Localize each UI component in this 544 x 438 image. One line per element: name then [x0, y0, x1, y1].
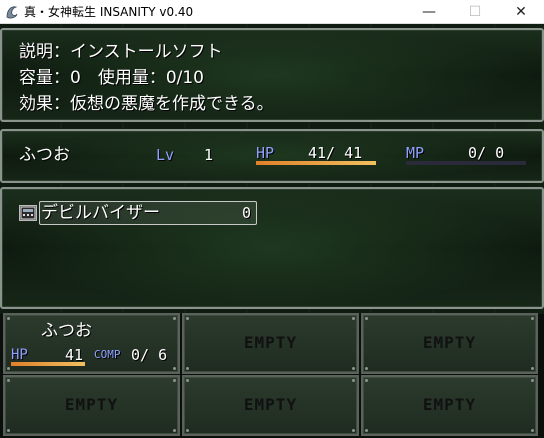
window-title: 真・女神転生 INSANITY v0.40 — [24, 5, 194, 19]
party-slot-1[interactable]: ふつお HP 41 COMP 0/ 6 — [3, 313, 180, 374]
status-window: ふつお Lv 1 HP 41/ 41 MP 0/ 0 — [0, 129, 544, 183]
window-titlebar: 真・女神転生 INSANITY v0.40 — ☐ ✕ — [0, 0, 544, 24]
rivet — [531, 317, 534, 320]
app-icon — [6, 6, 18, 19]
rivet — [531, 429, 534, 432]
mp-label: MP — [406, 144, 425, 162]
rivet — [365, 379, 368, 382]
item-list-window: デビルバイザー 0 — [0, 187, 544, 309]
party-member-name: ふつお — [41, 321, 92, 341]
empty-label: EMPTY — [422, 333, 477, 352]
rivet — [352, 429, 355, 432]
help-line-1: 説明：インストールソフト — [19, 42, 223, 62]
close-button[interactable]: ✕ — [498, 0, 544, 24]
rivet — [365, 429, 368, 432]
party-slot-5[interactable]: EMPTY — [182, 375, 359, 436]
comp-label: COMP — [94, 348, 121, 361]
rivet — [352, 317, 355, 320]
rivet — [7, 367, 10, 370]
party-slot-6[interactable]: EMPTY — [361, 375, 538, 436]
party-slot-2[interactable]: EMPTY — [182, 313, 359, 374]
rivet — [365, 367, 368, 370]
actor-name: ふつお — [19, 145, 70, 165]
rivet — [7, 429, 10, 432]
empty-label: EMPTY — [64, 395, 119, 414]
rivet — [186, 367, 189, 370]
item-name: デビルバイザー — [41, 203, 160, 223]
party-hp-value: 41 — [65, 346, 84, 364]
empty-label: EMPTY — [243, 395, 298, 414]
help-window: 説明：インストールソフト 容量：0 使用量：0/10 効果：仮想の悪魔を作成でき… — [0, 28, 544, 122]
rivet — [531, 379, 534, 382]
mp-value: 0/ 0 — [468, 144, 505, 162]
level-label: Lv — [156, 146, 175, 164]
rivet — [173, 379, 176, 382]
level-value: 1 — [204, 146, 214, 164]
help-line-3: 効果：仮想の悪魔を作成できる。 — [19, 94, 274, 114]
party-hp-label: HP — [11, 347, 28, 363]
rivet — [7, 379, 10, 382]
rivet — [352, 379, 355, 382]
rivet — [173, 429, 176, 432]
rivet — [173, 367, 176, 370]
rivet — [186, 317, 189, 320]
rivet — [352, 367, 355, 370]
empty-label: EMPTY — [243, 333, 298, 352]
party-slot-4[interactable]: EMPTY — [3, 375, 180, 436]
rivet — [531, 367, 534, 370]
hp-label: HP — [256, 144, 275, 162]
rivet — [186, 429, 189, 432]
rivet — [173, 317, 176, 320]
rivet — [365, 317, 368, 320]
hp-value: 41/ 41 — [308, 144, 363, 162]
help-line-2: 容量：0 使用量：0/10 — [19, 68, 204, 88]
comp-icon — [19, 205, 37, 221]
minimize-button[interactable]: — — [406, 0, 452, 24]
party-slot-3[interactable]: EMPTY — [361, 313, 538, 374]
rivet — [7, 317, 10, 320]
comp-value: 0/ 6 — [131, 346, 168, 364]
rivet — [186, 379, 189, 382]
game-screen: 説明：インストールソフト 容量：0 使用量：0/10 効果：仮想の悪魔を作成でき… — [0, 24, 544, 438]
maximize-button[interactable]: ☐ — [452, 0, 498, 24]
item-count: 0 — [242, 204, 252, 222]
empty-label: EMPTY — [422, 395, 477, 414]
